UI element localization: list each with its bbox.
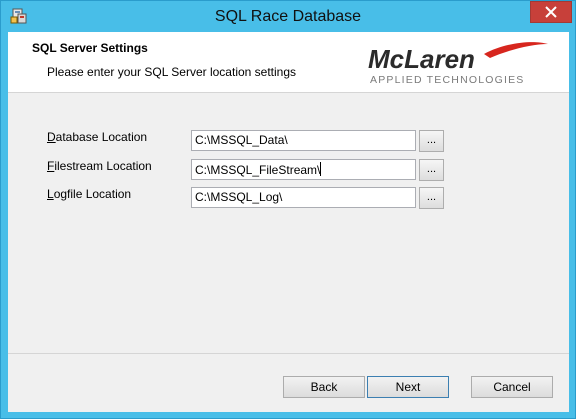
cancel-button[interactable]: Cancel (471, 376, 553, 398)
close-icon (545, 6, 557, 18)
filestream-browse-button[interactable]: ... (419, 159, 444, 181)
logo-tagline: APPLIED TECHNOLOGIES (370, 74, 525, 86)
database-location-label: Database Location (47, 130, 147, 144)
logfile-location-label-text: ogfile Location (53, 187, 132, 201)
title-bar[interactable]: SQL Race Database (1, 1, 575, 32)
mclaren-logo: McLaren APPLIED TECHNOLOGIES (368, 42, 548, 86)
logfile-location-field[interactable]: C:\MSSQL_Log\ (191, 187, 416, 208)
filestream-location-label: Filestream Location (47, 159, 152, 173)
text-caret (320, 162, 322, 176)
logfile-browse-button[interactable]: ... (419, 187, 444, 209)
filestream-location-label-text: ilestream Location (54, 159, 152, 173)
page-subtitle: Please enter your SQL Server location se… (47, 65, 297, 79)
dialog-header: SQL Server Settings Please enter your SQ… (8, 32, 569, 93)
logfile-location-label: Logfile Location (47, 187, 131, 201)
logo-wordmark: McLaren (368, 44, 475, 74)
dialog-body: SQL Server Settings Please enter your SQ… (8, 32, 569, 412)
back-button[interactable]: Back (283, 376, 365, 398)
database-browse-button[interactable]: ... (419, 130, 444, 152)
close-button[interactable] (530, 1, 572, 23)
window-title: SQL Race Database (214, 8, 362, 25)
database-location-label-text: atabase Location (55, 130, 148, 144)
page-title: SQL Server Settings (32, 41, 148, 55)
installer-window: SQL Race Database SQL Server Settings Pl… (0, 0, 576, 419)
footer-divider (8, 353, 569, 354)
database-location-mnemonic: D (47, 130, 56, 144)
database-location-field[interactable]: C:\MSSQL_Data\ (191, 130, 416, 151)
next-button[interactable]: Next (367, 376, 449, 398)
filestream-location-value: C:\MSSQL_FileStream\ (195, 163, 321, 177)
logfile-location-mnemonic: L (47, 187, 54, 201)
filestream-location-field[interactable]: C:\MSSQL_FileStream\ (191, 159, 416, 180)
